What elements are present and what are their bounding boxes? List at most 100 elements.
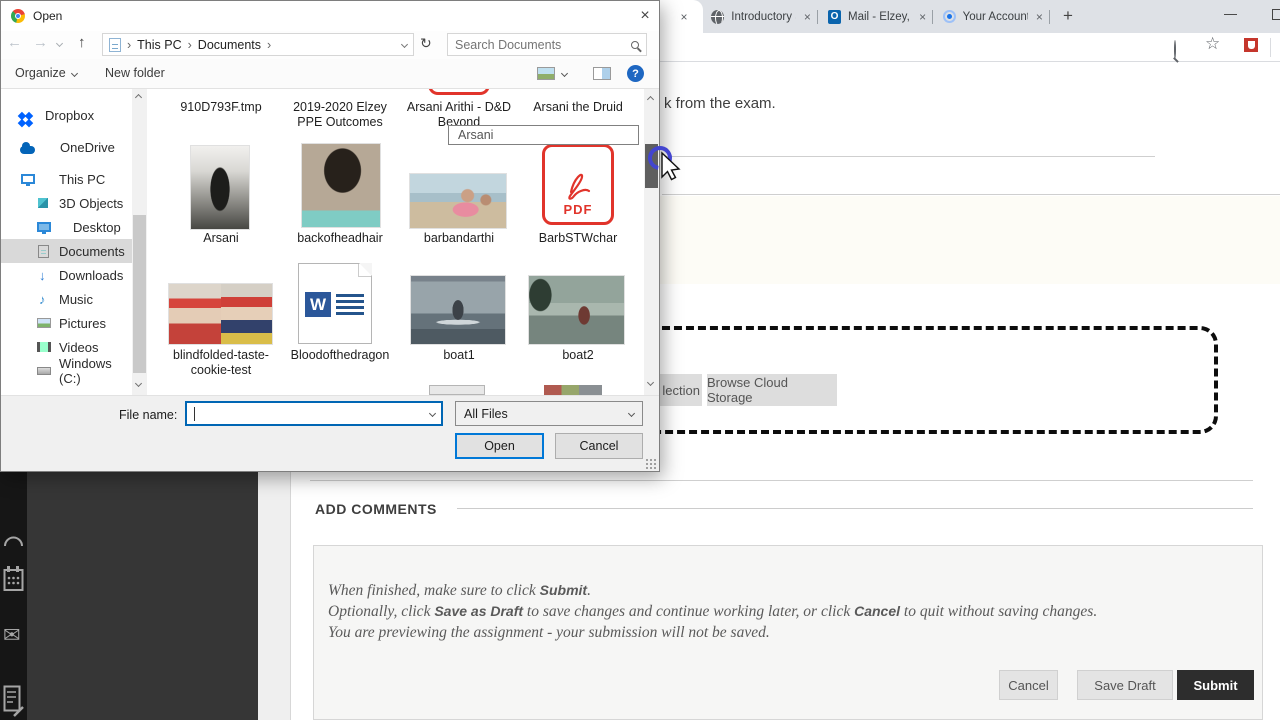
file-label[interactable]: 910D793F.tmp [163, 100, 279, 115]
file-thumbnail-blindfolded[interactable] [169, 284, 272, 344]
breadcrumb-dropdown-icon[interactable] [400, 40, 409, 49]
file-thumbnail-arsani[interactable] [191, 146, 249, 229]
instruction-line-3: You are previewing the assignment - your… [328, 624, 770, 641]
window-minimize-button[interactable]: — [1224, 6, 1237, 21]
file-list-scrollbar[interactable] [644, 89, 659, 395]
music-icon: ♪ [39, 291, 46, 307]
file-thumbnail-backofheadhair[interactable] [302, 144, 380, 227]
up-icon[interactable]: ↑ [78, 34, 86, 51]
sidebar-item-3d-objects[interactable]: 3D Objects [1, 191, 132, 215]
file-name-input[interactable] [193, 406, 430, 421]
help-icon[interactable]: ? [627, 65, 644, 82]
zoom-in-icon[interactable] [1174, 40, 1176, 59]
bookmark-star-icon[interactable]: ☆ [1205, 34, 1220, 54]
file-label[interactable]: blindfolded-taste-cookie-test [163, 348, 279, 377]
file-label[interactable]: Arsani [163, 231, 279, 246]
tab-close-icon[interactable]: × [915, 9, 930, 25]
onedrive-icon [20, 141, 35, 154]
resize-grip[interactable] [645, 458, 656, 469]
file-thumbnail-partial[interactable] [544, 385, 602, 395]
view-options-chevron-icon[interactable] [560, 69, 569, 78]
scroll-up-icon[interactable] [134, 93, 143, 102]
cancel-button[interactable]: Cancel [999, 670, 1058, 700]
page-fold [359, 263, 372, 276]
tab-close-icon[interactable]: × [800, 9, 815, 25]
mail-icon[interactable]: ✉ [3, 623, 21, 648]
sidebar-item-onedrive[interactable]: OneDrive [1, 135, 132, 159]
sidebar-item-desktop[interactable]: Desktop [1, 215, 132, 239]
tab-introductory[interactable]: Introductory S × [703, 0, 815, 33]
search-input[interactable] [455, 37, 631, 52]
open-button[interactable]: Open [455, 433, 544, 459]
back-icon[interactable]: ← [7, 34, 22, 51]
browse-cloud-storage-button[interactable]: Browse Cloud Storage [707, 374, 837, 406]
sidebar-scrollbar[interactable] [132, 89, 147, 395]
calendar-icon[interactable] [3, 565, 24, 593]
sidebar-item-windows-c[interactable]: Windows (C:) [1, 356, 132, 386]
dialog-title-bar[interactable]: Open × [1, 1, 659, 31]
scroll-up-icon[interactable] [646, 95, 655, 104]
file-label[interactable]: barbandarthi [401, 231, 517, 246]
file-thumbnail-word-doc[interactable]: W [298, 263, 372, 344]
dialog-close-button[interactable]: × [633, 4, 657, 28]
breadcrumb-this-pc[interactable]: This PC [137, 38, 181, 52]
tab-title: Introductory S [731, 10, 796, 23]
file-name-combobox[interactable] [185, 401, 443, 426]
file-label[interactable]: Bloodofthedragon [290, 348, 390, 363]
word-badge: W [305, 292, 331, 317]
file-type-combobox[interactable]: All Files [455, 401, 643, 426]
sidebar-item-music[interactable]: ♪ Music [1, 287, 132, 311]
file-thumbnail-barbandarthi[interactable] [410, 174, 506, 228]
file-thumbnail-partial[interactable] [429, 385, 485, 395]
document-edit-icon[interactable] [3, 685, 25, 719]
save-draft-button[interactable]: Save Draft [1077, 670, 1173, 700]
new-folder-button[interactable]: New folder [105, 66, 165, 80]
sidebar-item-downloads[interactable]: ↓ Downloads [1, 263, 132, 287]
chevron-down-icon[interactable] [627, 409, 636, 418]
tab-close-icon[interactable]: × [1032, 9, 1047, 25]
sidebar-item-pictures[interactable]: Pictures [1, 311, 132, 335]
file-label[interactable]: boat2 [520, 348, 636, 363]
file-thumbnail-boat1[interactable] [411, 276, 505, 344]
sidebar-item-documents[interactable]: Documents [1, 239, 132, 263]
chevron-down-icon[interactable] [428, 409, 437, 418]
file-label[interactable]: 2019-2020 Elzey PPE Outcomes [282, 100, 398, 129]
view-thumbnails-icon[interactable] [537, 67, 555, 80]
submit-button[interactable]: Submit [1177, 670, 1254, 700]
file-label[interactable]: backofheadhair [282, 231, 398, 246]
tab-close-icon[interactable]: × [676, 9, 692, 25]
file-label[interactable]: BarbSTWchar [520, 231, 636, 246]
preview-pane-icon[interactable] [593, 67, 611, 80]
file-thumbnail-boat2[interactable] [529, 276, 624, 344]
organize-menu[interactable]: Organize [15, 66, 78, 80]
dialog-cancel-button[interactable]: Cancel [555, 433, 643, 459]
divider [457, 508, 1253, 509]
tab-your-account[interactable]: Your Account × [935, 0, 1047, 33]
history-chevron-icon[interactable] [55, 39, 64, 48]
refresh-icon[interactable]: ↻ [420, 35, 432, 52]
new-tab-button[interactable]: + [1058, 6, 1078, 26]
sidebar-item-this-pc[interactable]: This PC [1, 167, 132, 191]
scrollbar-thumb[interactable] [645, 144, 658, 188]
forward-icon[interactable]: → [33, 34, 48, 51]
breadcrumb[interactable]: › This PC › Documents › [102, 33, 414, 56]
extension-icon[interactable] [1244, 38, 1258, 55]
scroll-down-icon[interactable] [134, 379, 143, 388]
file-grid: 910D793F.tmp 2019-2020 Elzey PPE Outcome… [147, 89, 644, 395]
tab-mail[interactable]: O Mail - Elzey, B × [820, 0, 930, 33]
partial-circle-icon[interactable] [3, 536, 23, 546]
search-box[interactable] [447, 33, 647, 56]
dialog-footer: File name: All Files Open Cancel [1, 395, 659, 471]
window-maximize-button[interactable] [1272, 9, 1280, 20]
scrollbar-thumb[interactable] [133, 215, 146, 373]
crumb-separator: › [127, 37, 132, 52]
file-label[interactable]: boat1 [401, 348, 517, 363]
tab-separator [932, 10, 933, 24]
file-thumbnail-pdf[interactable]: PDF [542, 144, 614, 225]
scroll-down-icon[interactable] [646, 378, 655, 387]
file-label[interactable]: Arsani the Druid [520, 100, 636, 115]
this-pc-icon [21, 174, 35, 186]
sidebar-item-dropbox[interactable]: Dropbox [1, 103, 132, 127]
breadcrumb-documents[interactable]: Documents [198, 38, 261, 52]
tooltip: Arsani [448, 125, 639, 145]
